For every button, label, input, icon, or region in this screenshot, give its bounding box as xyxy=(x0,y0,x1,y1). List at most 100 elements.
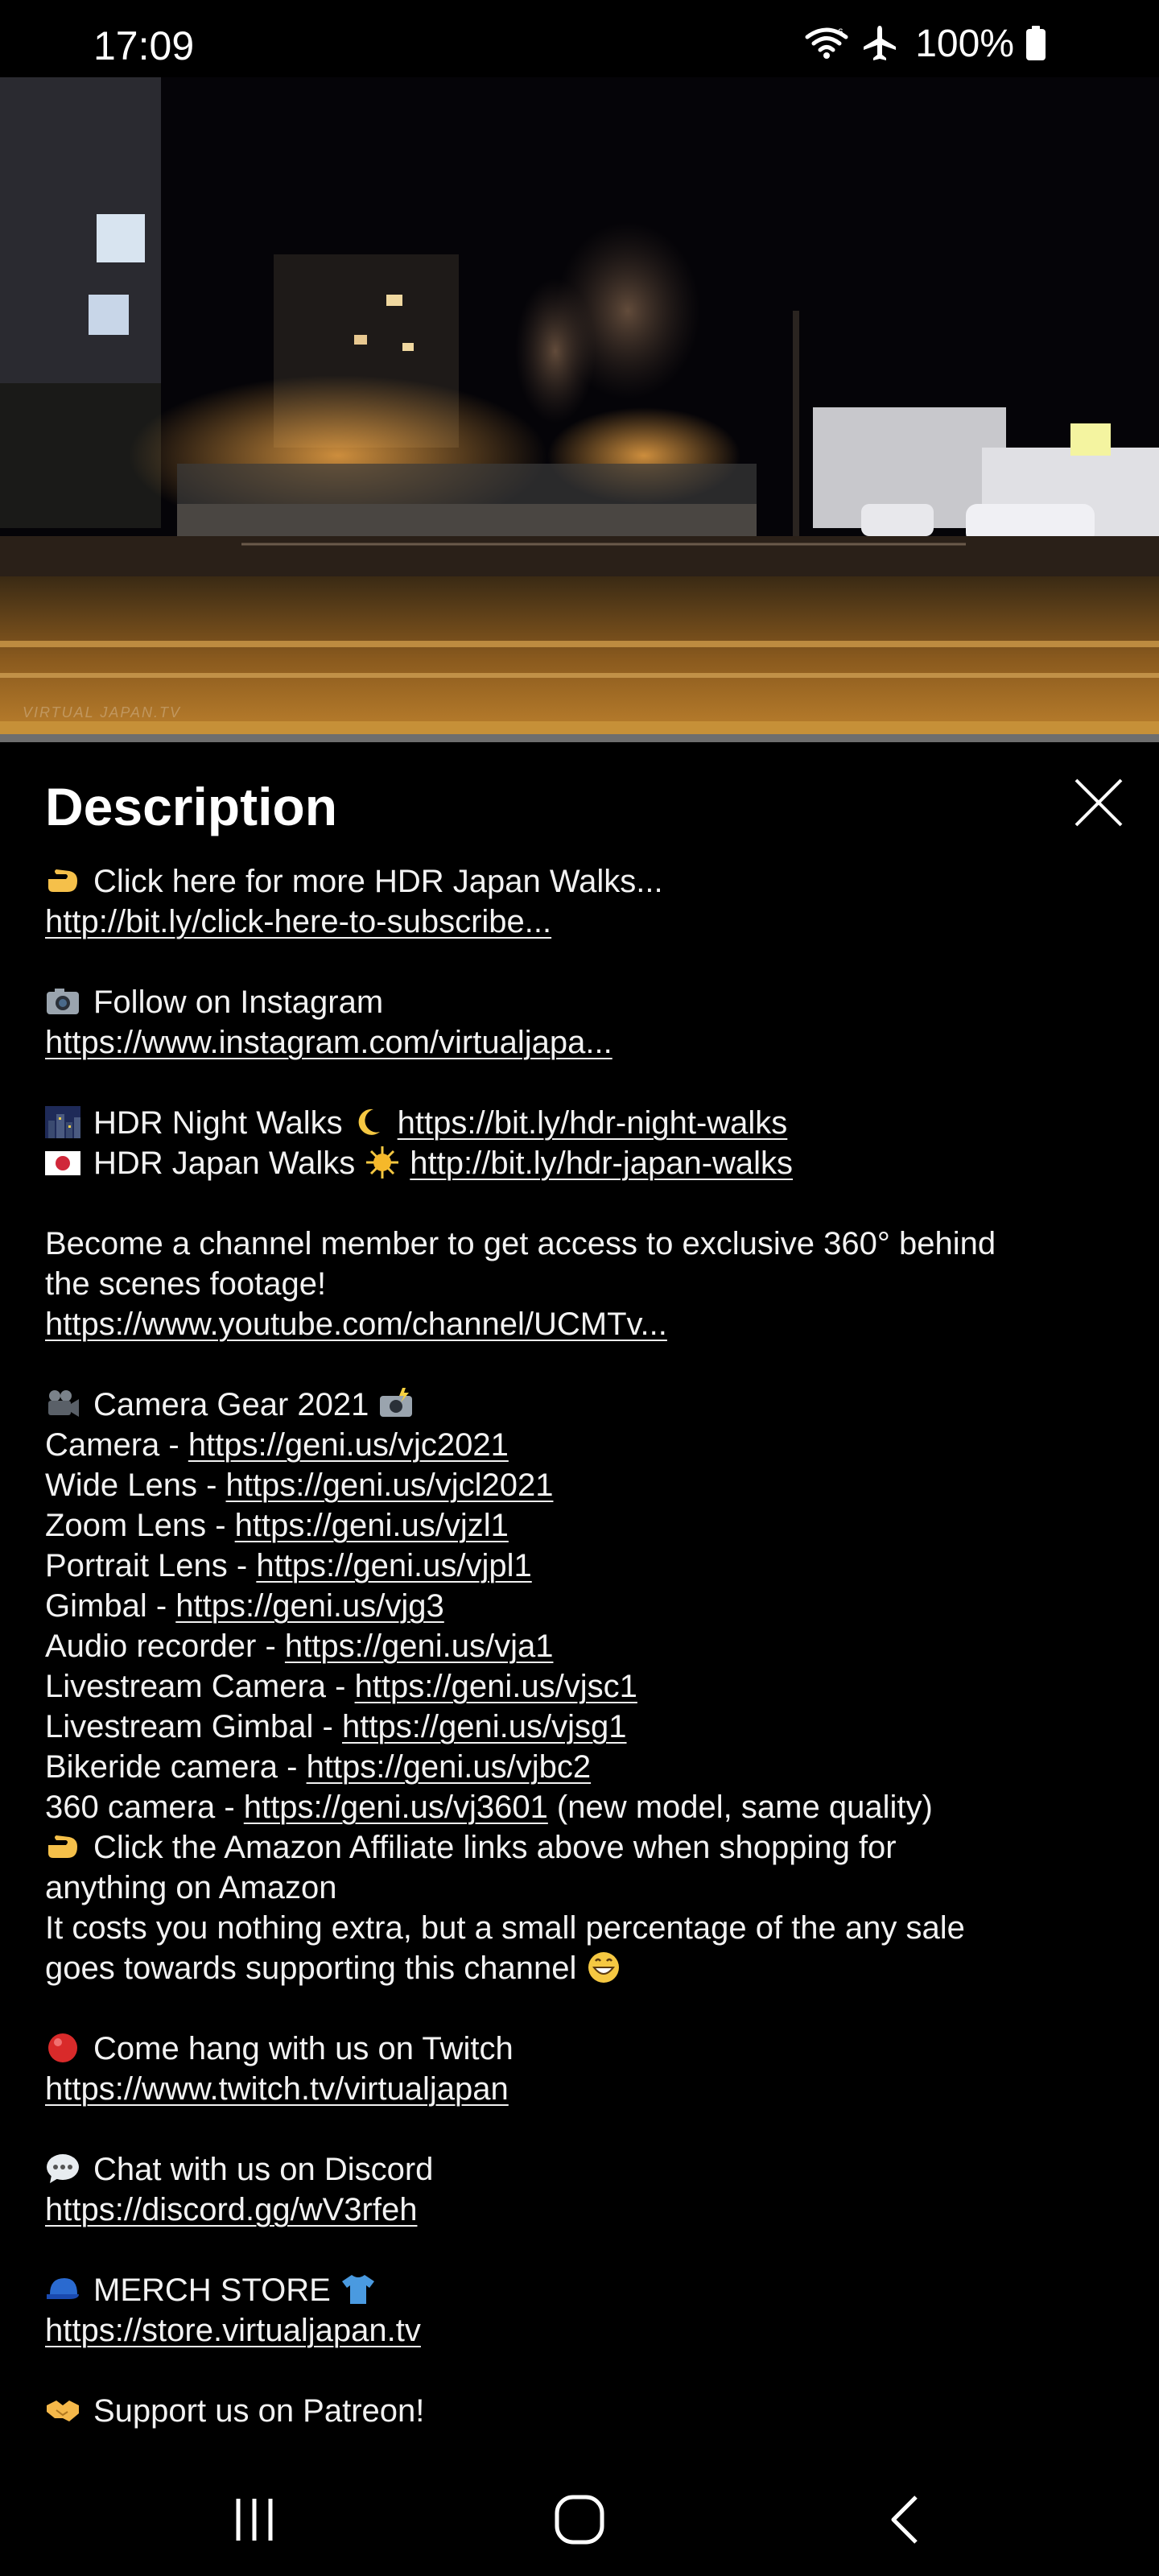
cap-icon xyxy=(45,2273,80,2306)
description-line: Follow on Instagram xyxy=(45,982,1124,1022)
description-text: Click here for more HDR Japan Walks... xyxy=(93,864,663,899)
description-text: MERCH STORE xyxy=(93,2273,331,2308)
description-text: It costs you nothing extra, but a small … xyxy=(45,1910,965,1946)
description-line: https://www.youtube.com/channel/UCMTv... xyxy=(45,1304,1124,1344)
description-link[interactable]: https://geni.us/vjzl1 xyxy=(235,1508,509,1543)
description-body: Click here for more HDR Japan Walks... ht… xyxy=(45,861,1124,2431)
home-icon xyxy=(555,2495,604,2545)
crescent-moon-icon xyxy=(353,1106,388,1138)
video-frame-night-street xyxy=(0,77,1159,742)
description-text: Wide Lens - xyxy=(45,1468,226,1503)
description-title: Description xyxy=(45,777,338,836)
recent-apps-button[interactable] xyxy=(206,2487,303,2552)
description-link[interactable]: https://www.youtube.com/channel/UCMTv... xyxy=(45,1307,667,1342)
description-link[interactable]: https://geni.us/vjpl1 xyxy=(256,1548,531,1583)
description-text: HDR Japan Walks xyxy=(93,1146,356,1181)
back-button[interactable] xyxy=(856,2487,953,2552)
description-text: Camera - xyxy=(45,1427,188,1463)
description-text: anything on Amazon xyxy=(45,1870,337,1905)
description-link[interactable]: https://geni.us/vjg3 xyxy=(175,1588,444,1624)
description-line: HDR Night Walks https://bit.ly/hdr-night-… xyxy=(45,1103,1124,1143)
tshirt-icon xyxy=(340,2273,376,2306)
battery-percentage: 100% xyxy=(915,22,1014,65)
description-text: Zoom Lens - xyxy=(45,1508,235,1543)
description-text: Camera Gear 2021 xyxy=(93,1387,369,1422)
video-player[interactable]: VIRTUAL JAPAN.TV xyxy=(0,77,1159,742)
description-link[interactable]: https://www.instagram.com/virtualjapa... xyxy=(45,1025,612,1060)
description-text: Follow on Instagram xyxy=(93,985,384,1020)
close-icon xyxy=(1074,778,1123,827)
description-line: https://www.twitch.tv/virtualjapan xyxy=(45,2069,1124,2109)
description-link[interactable]: https://geni.us/vja1 xyxy=(285,1629,554,1664)
description-text: goes towards supporting this channel xyxy=(45,1951,577,1986)
video-watermark: VIRTUAL JAPAN.TV xyxy=(23,704,182,720)
sun-icon xyxy=(365,1146,400,1179)
description-line: Support us on Patreon! xyxy=(45,2391,1124,2431)
pointing-hand-icon xyxy=(45,865,80,897)
description-link[interactable]: https://store.virtualjapan.tv xyxy=(45,2313,421,2348)
description-line: HDR Japan Walks http://bit.ly/hdr-japan-w… xyxy=(45,1143,1124,1183)
description-link[interactable]: https://geni.us/vjsg1 xyxy=(342,1709,627,1744)
description-line: Livestream Gimbal - https://geni.us/vjsg… xyxy=(45,1707,1124,1747)
description-line: https://store.virtualjapan.tv xyxy=(45,2310,1124,2351)
camera-icon xyxy=(45,985,80,1018)
camera-flash-icon xyxy=(378,1388,414,1420)
description-text: 360 camera - xyxy=(45,1790,244,1825)
description-line: Click here for more HDR Japan Walks... xyxy=(45,861,1124,902)
description-line: Become a channel member to get access to… xyxy=(45,1224,1124,1264)
description-link[interactable]: https://bit.ly/hdr-night-walks xyxy=(398,1105,788,1141)
description-link[interactable]: http://bit.ly/hdr-japan-walks xyxy=(410,1146,793,1181)
description-line: Bikeride camera - https://geni.us/vjbc2 xyxy=(45,1747,1124,1787)
description-text: the scenes footage! xyxy=(45,1266,327,1302)
night-city-icon xyxy=(45,1106,80,1138)
movie-camera-icon xyxy=(45,1388,80,1420)
description-line: https://www.instagram.com/virtualjapa... xyxy=(45,1022,1124,1063)
status-bar: 17:09 6 100% xyxy=(0,0,1159,77)
description-text: Come hang with us on Twitch xyxy=(93,2031,514,2066)
description-line: 360 camera - https://geni.us/vj3601 (new… xyxy=(45,1787,1124,1827)
description-link[interactable]: https://geni.us/vjc2021 xyxy=(188,1427,509,1463)
description-text: Bikeride camera - xyxy=(45,1749,307,1785)
battery-icon xyxy=(1025,26,1046,61)
description-text: Audio recorder - xyxy=(45,1629,285,1664)
description-link[interactable]: https://www.twitch.tv/virtualjapan xyxy=(45,2071,509,2107)
navigation-bar xyxy=(0,2455,1159,2576)
description-link[interactable]: https://discord.gg/wV3rfeh xyxy=(45,2192,417,2227)
speech-bubble-icon xyxy=(45,2153,80,2185)
red-circle-icon xyxy=(45,2032,80,2064)
description-line: Livestream Camera - https://geni.us/vjsc… xyxy=(45,1666,1124,1707)
description-link[interactable]: https://geni.us/vjcl2021 xyxy=(226,1468,554,1503)
video-progress-bar[interactable] xyxy=(0,734,1159,742)
description-link[interactable]: https://geni.us/vjsc1 xyxy=(355,1669,637,1704)
description-panel: Description Click here for more HDR Japa… xyxy=(0,742,1159,2455)
description-link[interactable]: https://geni.us/vj3601 xyxy=(244,1790,548,1825)
description-text: HDR Night Walks xyxy=(93,1105,343,1141)
description-line: Gimbal - https://geni.us/vjg3 xyxy=(45,1586,1124,1626)
description-line: MERCH STORE xyxy=(45,2270,1124,2310)
description-line: Audio recorder - https://geni.us/vja1 xyxy=(45,1626,1124,1666)
description-line: Portrait Lens - https://geni.us/vjpl1 xyxy=(45,1546,1124,1586)
status-time: 17:09 xyxy=(93,23,195,68)
description-link[interactable]: http://bit.ly/click-here-to-subscribe... xyxy=(45,904,551,939)
description-line: Camera Gear 2021 xyxy=(45,1385,1124,1425)
home-button[interactable] xyxy=(531,2487,628,2552)
description-line: https://discord.gg/wV3rfeh xyxy=(45,2190,1124,2230)
description-text: Become a channel member to get access to… xyxy=(45,1226,996,1261)
status-icons: 6 100% xyxy=(804,22,1046,65)
handshake-icon xyxy=(45,2394,80,2426)
close-button[interactable] xyxy=(1062,766,1135,839)
description-line: Click the Amazon Affiliate links above w… xyxy=(45,1827,1124,1868)
description-link[interactable]: https://geni.us/vjbc2 xyxy=(307,1749,592,1785)
grinning-face-icon xyxy=(586,1951,621,1984)
description-text: Portrait Lens - xyxy=(45,1548,257,1583)
description-line: Zoom Lens - https://geni.us/vjzl1 xyxy=(45,1505,1124,1546)
description-text: Gimbal - xyxy=(45,1588,176,1624)
description-line: Wide Lens - https://geni.us/vjcl2021 xyxy=(45,1465,1124,1505)
back-icon xyxy=(891,2496,918,2544)
